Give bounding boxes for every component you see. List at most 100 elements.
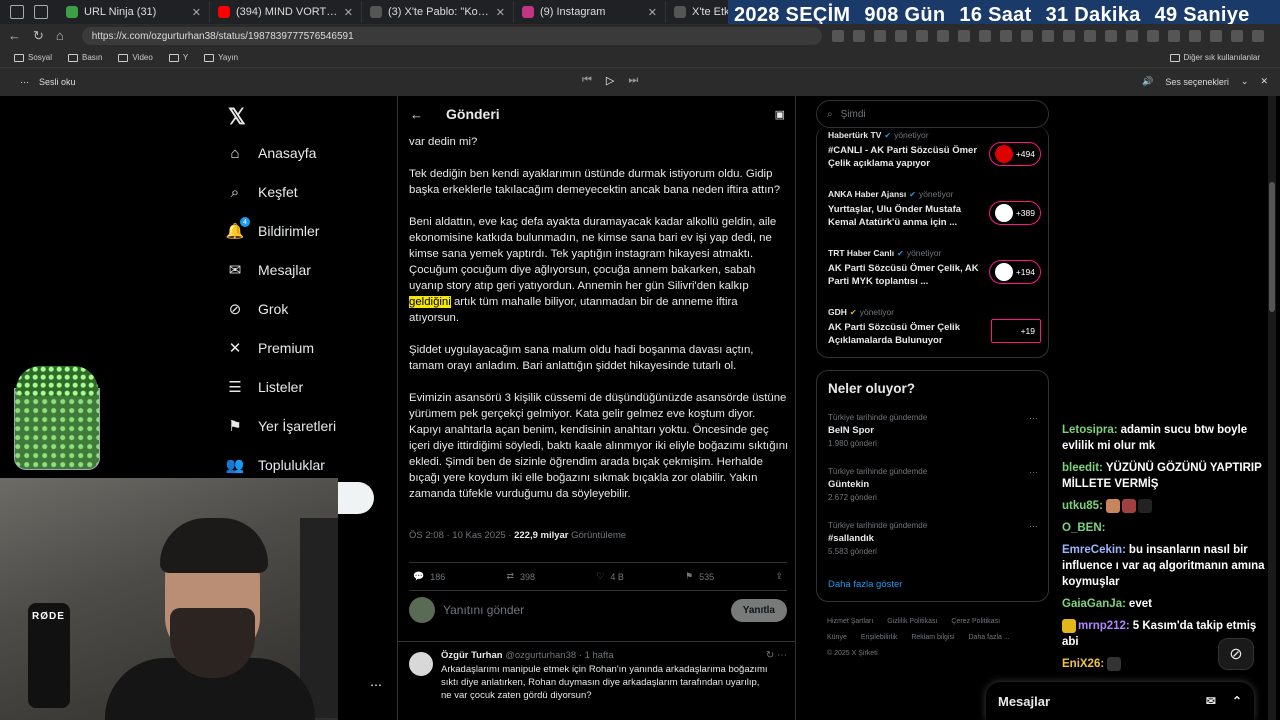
extension-icon[interactable] [1251,30,1264,42]
compose-message-icon[interactable]: ✉ [1206,694,1216,708]
more-icon[interactable]: ↻ ⋯ [766,650,787,661]
more-icon[interactable]: ⋯ [1029,413,1038,424]
previous-icon[interactable]: ⏮ [582,74,592,87]
back-icon[interactable]: ← [8,28,21,44]
extension-icon[interactable] [852,30,865,42]
close-icon[interactable]: ✕ [192,6,201,19]
close-icon[interactable]: ✕ [496,6,505,19]
browser-tab[interactable]: (394) MIND VORTEKS NEDİR ✕ [210,1,362,23]
bookmark-folder[interactable]: Basın [68,53,102,62]
extension-icon[interactable] [1125,30,1138,42]
chevron-down-icon[interactable]: ⌄ [1241,76,1249,87]
nav-item-notifications[interactable]: 🔔 4 Bildirimler [226,217,319,240]
bookmark-folder[interactable]: Sosyal [14,53,52,62]
reply-submit-button[interactable]: Yanıtla [730,598,787,622]
extension-icon[interactable] [1188,30,1201,42]
voice-options-button[interactable]: Ses seçenekleri [1165,77,1229,87]
bookmark-folder[interactable]: Yayın [204,53,238,62]
footer-link[interactable]: Erişilebilirlik [861,634,898,641]
bookmark-button[interactable]: ⚑ 535 [685,571,714,582]
back-arrow-icon[interactable]: ← [410,107,434,122]
reply-tweet[interactable]: Özgür Turhan @ozgurturhan38 · 1 hafta Ar… [398,641,795,710]
live-item[interactable]: Habertürk TV ✔ yönetiyor #CANLI - AK Parti… [828,130,1043,170]
post-button[interactable] [337,482,374,514]
share-button[interactable]: ⇪ [775,571,783,582]
chevron-up-icon[interactable]: ⌃ [1232,694,1242,708]
nav-item-messages[interactable]: ✉ Mesajlar [226,261,311,279]
x-logo-icon[interactable]: 𝕏 [228,104,246,130]
nav-item-grok[interactable]: ⊘ Grok [226,300,289,318]
other-bookmarks[interactable]: Diğer sık kullanılanlar [1169,53,1260,62]
trend-item[interactable]: Türkiye tarihinde gündemde #sallandık 5.… [828,521,1038,556]
extension-icon[interactable] [1083,30,1096,42]
show-more-link[interactable]: Daha fazla göster [828,579,902,590]
extension-icon[interactable] [1062,30,1075,42]
next-icon[interactable]: ⏭ [628,74,638,87]
bookmark-folder[interactable]: Y [168,53,188,62]
footer-link[interactable]: Gizlilik Politikası [887,618,937,625]
extension-icon[interactable] [999,30,1012,42]
reply-button[interactable]: 💬 186 [413,571,445,582]
like-button[interactable]: ♡ 4 B [596,571,624,582]
live-item[interactable]: ANKA Haber Ajansı ✔ yönetiyor Yurttaşlar, … [828,189,1043,229]
messages-drawer[interactable]: Mesajlar ✉ ⌃ [986,682,1254,720]
extension-icon[interactable] [915,30,928,42]
footer-link[interactable]: Künye [827,634,847,641]
tab-actions-icon[interactable] [34,5,48,19]
repost-button[interactable]: ⇄ 398 [506,571,535,582]
trend-item[interactable]: Türkiye tarihinde gündemde BeIN Spor 1.9… [828,413,1038,448]
extension-icon[interactable] [1230,30,1243,42]
extension-icon[interactable] [1104,30,1117,42]
close-icon[interactable]: ✕ [344,6,353,19]
browser-tab[interactable]: URL Ninja (31) ✕ [58,1,210,23]
extension-icon[interactable] [1209,30,1222,42]
nav-item-communities[interactable]: 👥 Topluluklar [226,456,325,474]
crown-badge-icon [1062,618,1076,633]
extension-icon[interactable] [894,30,907,42]
live-item[interactable]: GDH ✔ yönetiyor AK Parti Sözcüsü Ömer Çeli… [828,307,1043,347]
extension-icon[interactable] [831,30,844,42]
footer-link[interactable]: Reklam bilgisi [911,634,954,641]
footer-link[interactable]: Çerez Politikası [951,618,1000,625]
home-icon[interactable]: ⌂ [56,28,64,44]
extension-icon[interactable] [1146,30,1159,42]
workspaces-icon[interactable] [10,5,24,19]
extension-icon[interactable] [873,30,886,42]
close-icon[interactable]: ✕ [1260,76,1268,87]
reader-icon[interactable]: ▣ [775,108,785,121]
live-item[interactable]: TRT Haber Canlı ✔ yönetiyor AK Parti Sözcü… [828,248,1043,288]
scrollbar-thumb[interactable] [1269,182,1275,312]
extension-icon[interactable] [1041,30,1054,42]
more-icon[interactable]: ⋯ [20,77,29,88]
nav-item-home[interactable]: ⌂ Anasayfa [226,144,316,162]
close-icon[interactable]: ✕ [648,6,657,19]
extension-icon[interactable] [936,30,949,42]
extension-icon[interactable] [978,30,991,42]
footer-link[interactable]: Daha fazla ... [968,634,1009,641]
reply-input[interactable]: Yanıtını gönder [443,603,524,617]
more-icon[interactable]: ⋯ [1029,521,1038,532]
bookmark-folder[interactable]: Video [118,53,153,62]
browser-tab[interactable]: (3) X'te Pablo: "Komaya soktu g ✕ [362,1,514,23]
tweet-timestamp[interactable]: ÖS 2:08 · 10 Kas 2025 · [409,530,514,541]
url-field[interactable]: https://x.com/ozgurturhan38/status/19878… [81,27,822,45]
extension-icon[interactable] [1167,30,1180,42]
footer-link[interactable]: Hizmet Şartları [827,618,873,625]
refresh-icon[interactable]: ↻ [33,28,44,44]
extension-icon[interactable] [957,30,970,42]
nav-item-label: Mesajlar [258,262,311,278]
play-icon[interactable]: ▷ [606,74,614,87]
nav-item-lists[interactable]: ☰ Listeler [226,378,303,396]
browser-tab[interactable]: (9) Instagram ✕ [514,1,666,23]
folder-icon [68,53,79,62]
nav-item-premium[interactable]: ✕ Premium [226,339,314,357]
grok-icon[interactable]: ⊘ [1218,638,1254,670]
trend-item[interactable]: Türkiye tarihinde gündemde Güntekin 2.67… [828,467,1038,502]
extension-icon[interactable] [1020,30,1033,42]
search-input[interactable]: ⌕ Şimdi [816,100,1049,128]
more-icon[interactable]: ⋯ [1029,467,1038,478]
nav-item-bookmarks[interactable]: ⚑ Yer İşaretleri [226,417,336,435]
nav-item-explore[interactable]: ⌕ Keşfet [226,183,298,201]
reply-author[interactable]: Özgür Turhan [441,650,503,661]
more-icon[interactable]: ⋯ [370,678,382,692]
